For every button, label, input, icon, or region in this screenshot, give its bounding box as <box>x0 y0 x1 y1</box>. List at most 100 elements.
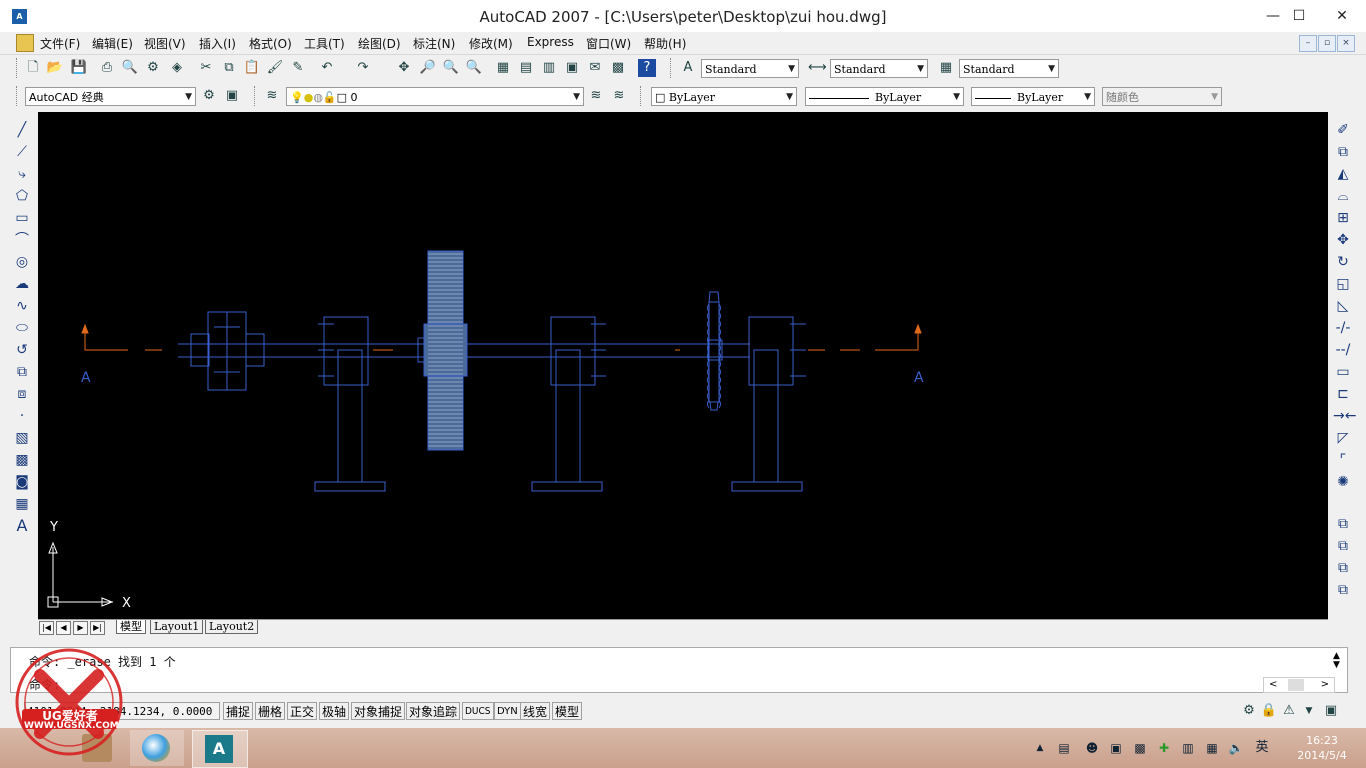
menu-insert[interactable]: 插入(I) <box>199 35 236 52</box>
drawing-area[interactable]: A A Y X <box>38 112 1328 619</box>
paste-icon[interactable]: 📋 <box>243 59 261 77</box>
save-icon[interactable]: 💾 <box>70 59 88 77</box>
scroll-right-icon[interactable]: > <box>1321 678 1329 692</box>
extend-icon[interactable]: --/ <box>1333 340 1353 360</box>
menu-modify[interactable]: 修改(M) <box>469 35 513 52</box>
zoom-window-icon[interactable]: 🔍 <box>442 59 460 77</box>
maximize-button[interactable]: ☐ <box>1284 4 1314 28</box>
polygon-icon[interactable]: ⬠ <box>12 186 32 206</box>
first-tab-button[interactable]: |◀ <box>39 621 54 635</box>
table-icon[interactable]: ▦ <box>12 494 32 514</box>
offset-icon[interactable]: ⌓ <box>1333 186 1353 206</box>
osnap-toggle[interactable]: 对象捕捉 <box>351 702 406 720</box>
draw-order-back-icon[interactable]: ⧉ <box>1333 536 1353 556</box>
spline-icon[interactable]: ∿ <box>12 296 32 316</box>
dim-style-select[interactable]: Standard ▼ <box>830 59 928 78</box>
clock[interactable]: 16:23 2014/5/4 <box>1282 733 1362 763</box>
dyn-toggle[interactable]: DYN <box>494 702 521 720</box>
document-icon[interactable] <box>16 34 34 52</box>
help-icon[interactable]: ? <box>638 59 656 77</box>
match-properties-icon[interactable]: 🖌 <box>266 59 284 77</box>
point-icon[interactable]: · <box>12 406 32 426</box>
linetype-select[interactable]: ByLayer ▼ <box>805 87 964 106</box>
copy-icon[interactable]: ⧉ <box>220 59 238 77</box>
redo-icon[interactable]: ↷ <box>354 59 372 77</box>
status-tray-settings-icon[interactable]: ⚠ <box>1280 702 1298 720</box>
workspace-select[interactable]: AutoCAD 经典 ▼ <box>25 87 196 106</box>
volume-icon[interactable]: 🔈 <box>1228 740 1244 756</box>
menu-window[interactable]: 窗口(W) <box>586 35 631 52</box>
toolbar-grip[interactable] <box>254 86 258 106</box>
cut-icon[interactable]: ✂ <box>197 59 215 77</box>
menu-dimension[interactable]: 标注(N) <box>413 35 455 52</box>
zoom-realtime-icon[interactable]: 🔎 <box>419 59 437 77</box>
pan-icon[interactable]: ✥ <box>395 59 413 77</box>
markup-icon[interactable]: ✉ <box>586 59 604 77</box>
stretch-icon[interactable]: ◺ <box>1333 296 1353 316</box>
model-toggle[interactable]: 模型 <box>552 702 583 720</box>
tray-icon-1[interactable]: ▤ <box>1056 740 1072 756</box>
my-workspace-icon[interactable]: ▣ <box>223 87 241 105</box>
tab-model[interactable]: 模型 <box>116 620 146 634</box>
rectangle-icon[interactable]: ▭ <box>12 208 32 228</box>
prev-tab-button[interactable]: ◀ <box>56 621 71 635</box>
color-select[interactable]: □ ByLayer ▼ <box>651 87 797 106</box>
doc-close-button[interactable]: × <box>1337 35 1355 52</box>
construction-line-icon[interactable]: ⟋ <box>12 142 32 162</box>
explode-icon[interactable]: ✺ <box>1333 472 1353 492</box>
region-icon[interactable]: ◙ <box>12 472 32 492</box>
menu-format[interactable]: 格式(O) <box>249 35 292 52</box>
ellipse-icon[interactable]: ⬭ <box>12 318 32 338</box>
table-style-select[interactable]: Standard ▼ <box>959 59 1059 78</box>
tool-palettes-icon[interactable]: ▥ <box>540 59 558 77</box>
polyline-icon[interactable]: ⤷ <box>12 164 32 184</box>
sheet-set-icon[interactable]: ▣ <box>563 59 581 77</box>
doc-minimize-button[interactable]: – <box>1299 35 1317 52</box>
arc-icon[interactable]: ⌒ <box>12 230 32 250</box>
tray-icon-5[interactable]: ▥ <box>1180 740 1196 756</box>
close-button[interactable]: ✕ <box>1322 4 1362 28</box>
menu-edit[interactable]: 编辑(E) <box>92 35 133 52</box>
command-window[interactable]: 命令: _erase 找到 1 个 命令: ▲▼ <> <box>10 647 1348 693</box>
publish-icon[interactable]: ⚙ <box>144 59 162 77</box>
toolbar-grip[interactable] <box>16 58 20 78</box>
insert-block-icon[interactable]: ⧉ <box>12 362 32 382</box>
menu-draw[interactable]: 绘图(D) <box>358 35 401 52</box>
break-icon[interactable]: ⊏ <box>1333 384 1353 404</box>
tray-icon-2[interactable]: ▣ <box>1108 740 1124 756</box>
tab-layout1[interactable]: Layout1 <box>150 620 204 634</box>
text-style-icon[interactable]: A <box>679 59 697 77</box>
layer-manager-icon[interactable]: ≋ <box>263 87 281 105</box>
toolbar-grip[interactable] <box>16 86 20 106</box>
polar-toggle[interactable]: 极轴 <box>319 702 350 720</box>
hatch-icon[interactable]: ▧ <box>12 428 32 448</box>
command-scroll-arrows[interactable]: ▲ ▼ <box>1333 652 1340 670</box>
erase-icon[interactable]: ✐ <box>1333 120 1353 140</box>
toolbar-lock-icon[interactable]: 🔒 <box>1260 702 1278 720</box>
toolbar-grip[interactable] <box>670 58 674 78</box>
chamfer-icon[interactable]: ◸ <box>1333 428 1353 448</box>
ducs-toggle[interactable]: DUCS <box>462 702 494 720</box>
rotate-icon[interactable]: ↻ <box>1333 252 1353 272</box>
otrack-toggle[interactable]: 对象追踪 <box>406 702 461 720</box>
break-at-point-icon[interactable]: ▭ <box>1333 362 1353 382</box>
text-style-select[interactable]: Standard ▼ <box>701 59 799 78</box>
design-center-icon[interactable]: ▤ <box>517 59 535 77</box>
plot-icon[interactable]: ⎙ <box>98 59 116 77</box>
qq-icon[interactable]: ☻ <box>1084 740 1100 756</box>
draw-order-front-icon[interactable]: ⧉ <box>1333 514 1353 534</box>
trim-icon[interactable]: -/- <box>1333 318 1353 338</box>
tray-icon-4[interactable]: ✚ <box>1156 740 1172 756</box>
make-current-layer-icon[interactable]: ≋ <box>587 87 605 105</box>
move-icon[interactable]: ✥ <box>1333 230 1353 250</box>
grid-toggle[interactable]: 栅格 <box>255 702 286 720</box>
command-hscrollbar[interactable]: < > <box>1263 677 1335 693</box>
array-icon[interactable]: ⊞ <box>1333 208 1353 228</box>
mirror-icon[interactable]: ◭ <box>1333 164 1353 184</box>
3d-dwf-icon[interactable]: ◈ <box>168 59 186 77</box>
clean-screen-icon[interactable]: ▣ <box>1322 702 1340 720</box>
layer-select[interactable]: 💡●◍🔓□ 0 ▼ <box>286 87 584 106</box>
make-block-icon[interactable]: ⧈ <box>12 384 32 404</box>
menu-file[interactable]: 文件(F) <box>40 35 80 52</box>
circle-icon[interactable]: ◎ <box>12 252 32 272</box>
